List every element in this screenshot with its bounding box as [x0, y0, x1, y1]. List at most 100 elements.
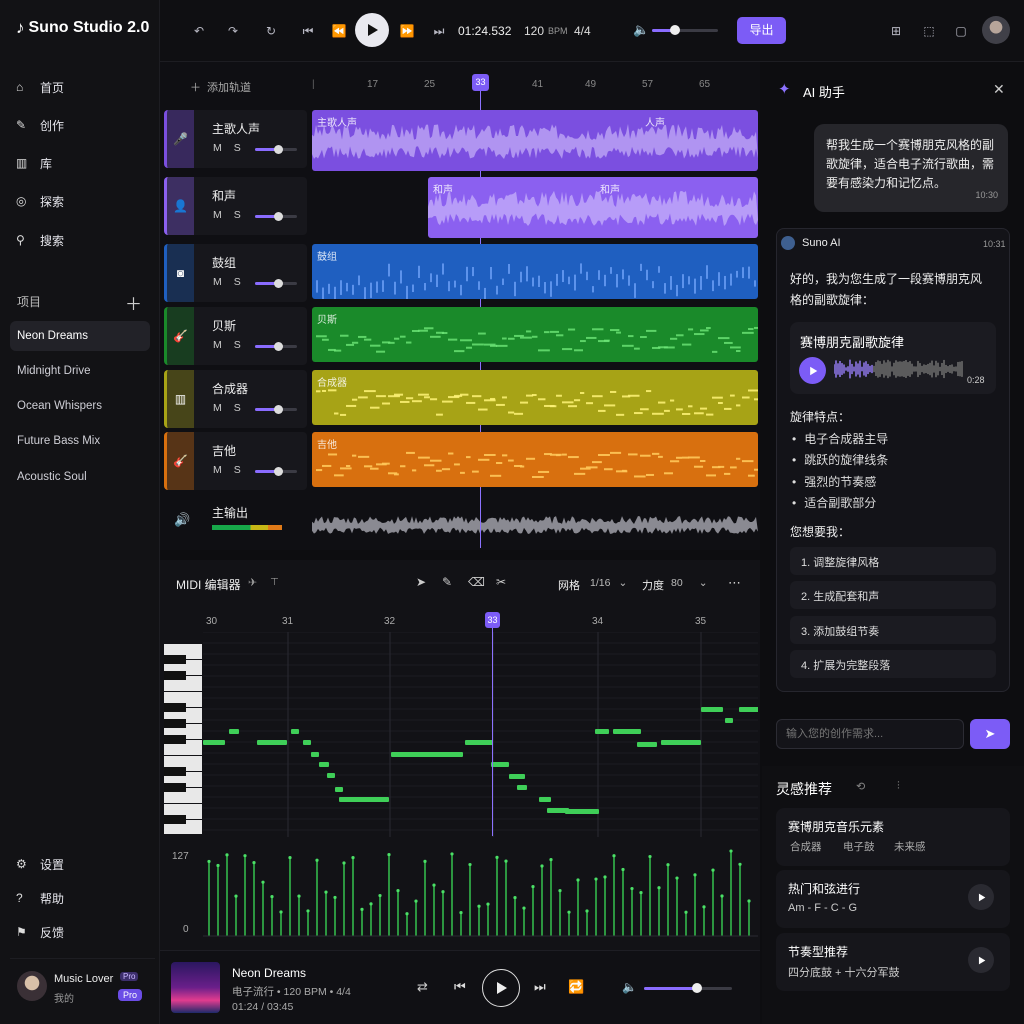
save-icon[interactable]: ⊞ — [885, 20, 907, 42]
mute-solo-buttons[interactable]: MS — [213, 339, 253, 351]
track-volume-slider[interactable] — [255, 342, 297, 351]
track-volume-slider[interactable] — [255, 145, 297, 154]
playhead-marker[interactable]: 33 — [472, 74, 489, 91]
option-button[interactable]: 3. 添加鼓组节奏 — [790, 616, 996, 644]
mute-solo-buttons[interactable]: MS — [213, 402, 253, 414]
refresh-icon[interactable]: ⟲ — [856, 780, 865, 793]
layout-icon[interactable]: ▢ — [950, 20, 972, 42]
inspiration-card-2[interactable]: 热门和弦进行 Am - F - C - G — [776, 870, 1010, 928]
clip-play-button[interactable] — [799, 357, 826, 384]
skip-end-icon[interactable]: ⏭ — [428, 20, 450, 42]
clip-0[interactable]: 主歌人声 人声 — [312, 110, 758, 171]
nav-item-0[interactable]: ⌂ 首页 — [16, 75, 146, 99]
track-header-1[interactable]: 👤 和声 MS — [164, 177, 307, 235]
pointer-tool-icon[interactable]: ➤ — [416, 575, 426, 589]
project-item[interactable]: Acoustic Soul — [10, 462, 150, 492]
mute-solo-buttons[interactable]: MS — [213, 142, 253, 154]
inspiration-card-3[interactable]: 节奏型推荐 四分底鼓 + 十六分军鼓 — [776, 933, 1010, 991]
project-item[interactable]: Future Bass Mix — [10, 426, 150, 456]
close-icon[interactable]: ✕ — [993, 81, 1005, 98]
fullscreen-icon[interactable]: ⬚ — [918, 20, 940, 42]
velocity-select[interactable]: 80 ⌄ — [671, 577, 708, 589]
track-header-0[interactable]: 🎤 主歌人声 MS — [164, 110, 307, 168]
project-item[interactable]: Neon Dreams — [10, 321, 150, 351]
filter-icon[interactable]: ⊤ — [270, 577, 279, 588]
mute-solo-buttons[interactable]: MS — [213, 276, 253, 288]
clip-3[interactable]: 贝斯 — [312, 307, 758, 362]
midi-playhead[interactable] — [492, 612, 493, 836]
previous-icon[interactable]: ⏪ — [328, 20, 350, 42]
avatar[interactable] — [982, 16, 1010, 44]
nav-item-1[interactable]: ✎ 创作 — [16, 113, 146, 137]
filter-icon[interactable]: ⫶ — [897, 780, 900, 793]
generated-clip-card[interactable]: 赛博朋克副歌旋律 0:28 — [790, 322, 996, 394]
track-volume-slider[interactable] — [255, 467, 297, 476]
grid-select[interactable]: 1/16 ⌄ — [590, 577, 627, 589]
option-button[interactable]: 2. 生成配套和声 — [790, 581, 996, 609]
prompt-input-field[interactable] — [777, 720, 963, 748]
midi-ruler[interactable]: 30 31 32 34 35 — [203, 612, 758, 632]
send-button[interactable]: ➤ — [970, 719, 1010, 749]
track-header-2[interactable]: ◙ 鼓组 MS — [164, 244, 307, 302]
clip-5[interactable]: 吉他 — [312, 432, 758, 487]
nav-item-4[interactable]: ⚲ 搜索 — [16, 228, 146, 252]
master-volume-slider[interactable] — [652, 25, 718, 35]
home-icon: ⌂ — [16, 80, 24, 94]
time-signature[interactable]: 4/4 — [574, 24, 591, 38]
next-icon[interactable]: ⏩ — [396, 20, 418, 42]
add-project-button[interactable]: ＋ — [125, 290, 142, 315]
midi-playhead-marker[interactable]: 33 — [485, 612, 500, 628]
loop-icon[interactable]: ↻ — [260, 20, 282, 42]
piano-roll-grid[interactable] — [203, 632, 758, 837]
play-button[interactable] — [355, 13, 389, 47]
track-header-3[interactable]: 🎸 贝斯 MS — [164, 307, 307, 365]
app-logo[interactable]: ♪ Suno Studio 2.0 — [16, 18, 149, 38]
mute-solo-buttons[interactable]: MS — [213, 464, 253, 476]
more-icon[interactable]: ⋯ — [728, 575, 741, 591]
footer-nav-item[interactable]: ? 帮助 — [16, 886, 146, 910]
prompt-input[interactable] — [776, 719, 964, 749]
track-header-4[interactable]: ▥ 合成器 MS — [164, 370, 307, 428]
clip-2[interactable]: 鼓组 — [312, 244, 758, 299]
add-track-button[interactable]: ＋ 添加轨道 — [190, 79, 251, 95]
bpm-value[interactable]: 120 — [524, 24, 544, 38]
pencil-tool-icon[interactable]: ✎ — [442, 575, 452, 589]
mute-solo-buttons[interactable]: MS — [213, 209, 253, 221]
track-volume-slider[interactable] — [255, 279, 297, 288]
footer-nav-item[interactable]: ⚑ 反馈 — [16, 920, 146, 944]
undo-icon[interactable]: ↶ — [188, 20, 210, 42]
track-volume-slider[interactable] — [255, 405, 297, 414]
project-item[interactable]: Midnight Drive — [10, 356, 150, 386]
nav-item-3[interactable]: ◎ 探索 — [16, 189, 146, 213]
track-volume-slider[interactable] — [255, 212, 297, 221]
inspiration-card-1[interactable]: 赛博朋克音乐元素 合成器 电子鼓 未来感 — [776, 808, 1010, 866]
piano-keys[interactable] — [164, 644, 202, 834]
option-button[interactable]: 1. 调整旋律风格 — [790, 547, 996, 575]
grid-label: 网格 — [558, 580, 580, 592]
previous-track-icon[interactable]: ⏮ — [454, 979, 466, 995]
eraser-tool-icon[interactable]: ⌫ — [468, 575, 485, 589]
export-button[interactable]: 导出 — [737, 17, 786, 44]
pin-icon[interactable]: ✈ — [248, 576, 257, 589]
repeat-icon[interactable]: 🔁 — [568, 979, 584, 995]
scissors-tool-icon[interactable]: ✂ — [496, 575, 506, 589]
option-button[interactable]: 4. 扩展为完整段落 — [790, 650, 996, 678]
card-play-button[interactable] — [968, 947, 994, 973]
track-header-5[interactable]: 🎸 吉他 MS — [164, 432, 307, 490]
shuffle-icon[interactable]: ⇄ — [417, 979, 428, 995]
footer-nav-item[interactable]: ⚙ 设置 — [16, 852, 146, 876]
album-art[interactable] — [171, 962, 220, 1013]
skip-start-icon[interactable]: ⏮ — [297, 20, 319, 42]
user-card[interactable]: Music Lover Pro 我的 Pro — [10, 958, 155, 1014]
clip-4[interactable]: 合成器 — [312, 370, 758, 425]
clip-1[interactable]: 和声 和声 — [428, 177, 758, 238]
card-play-button[interactable] — [968, 884, 994, 910]
velocity-lane[interactable] — [203, 848, 758, 938]
player-volume-slider[interactable] — [644, 983, 732, 993]
redo-icon[interactable]: ↷ — [222, 20, 244, 42]
next-track-icon[interactable]: ⏭ — [534, 979, 546, 995]
timeline-ruler[interactable]: | 17 25 41 49 57 65 — [312, 74, 758, 96]
player-play-button[interactable] — [482, 969, 520, 1007]
nav-item-2[interactable]: ▥ 库 — [16, 151, 146, 175]
project-item[interactable]: Ocean Whispers — [10, 391, 150, 421]
